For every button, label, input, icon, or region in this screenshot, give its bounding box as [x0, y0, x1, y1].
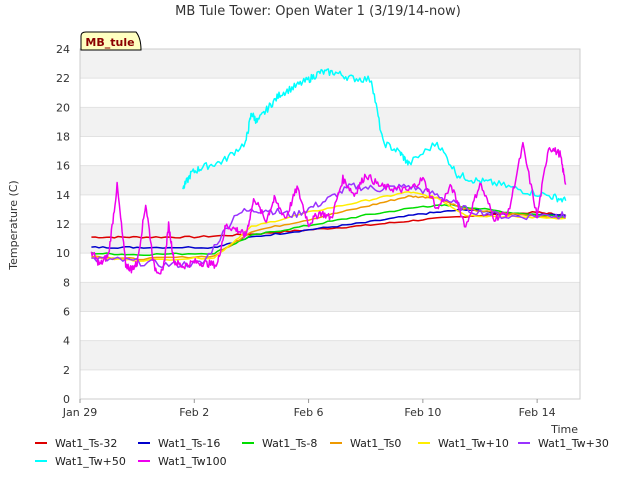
x-axis-label: Time — [550, 423, 578, 436]
legend-entry: Wat1_Ts-8 — [262, 437, 317, 450]
legend-entry: Wat1_Ts-16 — [158, 437, 220, 450]
legend-entry: Wat1_Tw+10 — [438, 437, 509, 450]
legend-entry: Wat1_Tw100 — [158, 455, 227, 468]
y-tick-label: 0 — [63, 393, 70, 406]
grid-band — [80, 282, 580, 312]
x-tick-label: Feb 6 — [294, 406, 324, 419]
y-tick-label: 22 — [56, 72, 70, 85]
grid-band — [80, 340, 580, 370]
y-tick-label: 18 — [56, 131, 70, 144]
grid-band — [80, 165, 580, 195]
grid-band — [80, 107, 580, 137]
chart-canvas: MB Tule Tower: Open Water 1 (3/19/14-now… — [7, 4, 609, 468]
badge-label: MB_tule — [85, 36, 134, 49]
y-tick-label: 8 — [63, 276, 70, 289]
chart-title: MB Tule Tower: Open Water 1 (3/19/14-now… — [175, 4, 461, 19]
y-tick-label: 20 — [56, 101, 70, 114]
y-tick-label: 2 — [63, 364, 70, 377]
legend-entry: Wat1_Tw+50 — [55, 455, 126, 468]
y-tick-label: 4 — [63, 335, 70, 348]
legend-entry: Wat1_Ts0 — [350, 437, 401, 450]
y-tick-label: 12 — [56, 218, 70, 231]
y-tick-label: 10 — [56, 247, 70, 260]
plot-background — [79, 48, 581, 400]
x-tick-label: Feb 14 — [519, 406, 556, 419]
x-tick-label: Feb 2 — [179, 406, 209, 419]
x-tick-label: Feb 10 — [404, 406, 441, 419]
legend: Wat1_Ts-32 Wat1_Ts-16 Wat1_Ts-8 Wat1_Ts0 Wat… — [35, 437, 609, 468]
y-tick-label: 24 — [56, 43, 70, 56]
legend-entry: Wat1_Tw+30 — [538, 437, 609, 450]
y-tick-label: 16 — [56, 160, 70, 173]
x-axis: Jan 29 Feb 2 Feb 6 Feb 10 Feb 14 — [62, 399, 556, 419]
legend-entry: Wat1_Ts-32 — [55, 437, 117, 450]
y-axis: 024681012141618202224 — [56, 43, 70, 406]
y-tick-label: 6 — [63, 306, 70, 319]
y-axis-label: Temperature (C) — [7, 180, 20, 270]
y-tick-label: 14 — [56, 189, 70, 202]
station-badge: MB_tule — [80, 31, 142, 51]
x-tick-label: Jan 29 — [62, 406, 97, 419]
